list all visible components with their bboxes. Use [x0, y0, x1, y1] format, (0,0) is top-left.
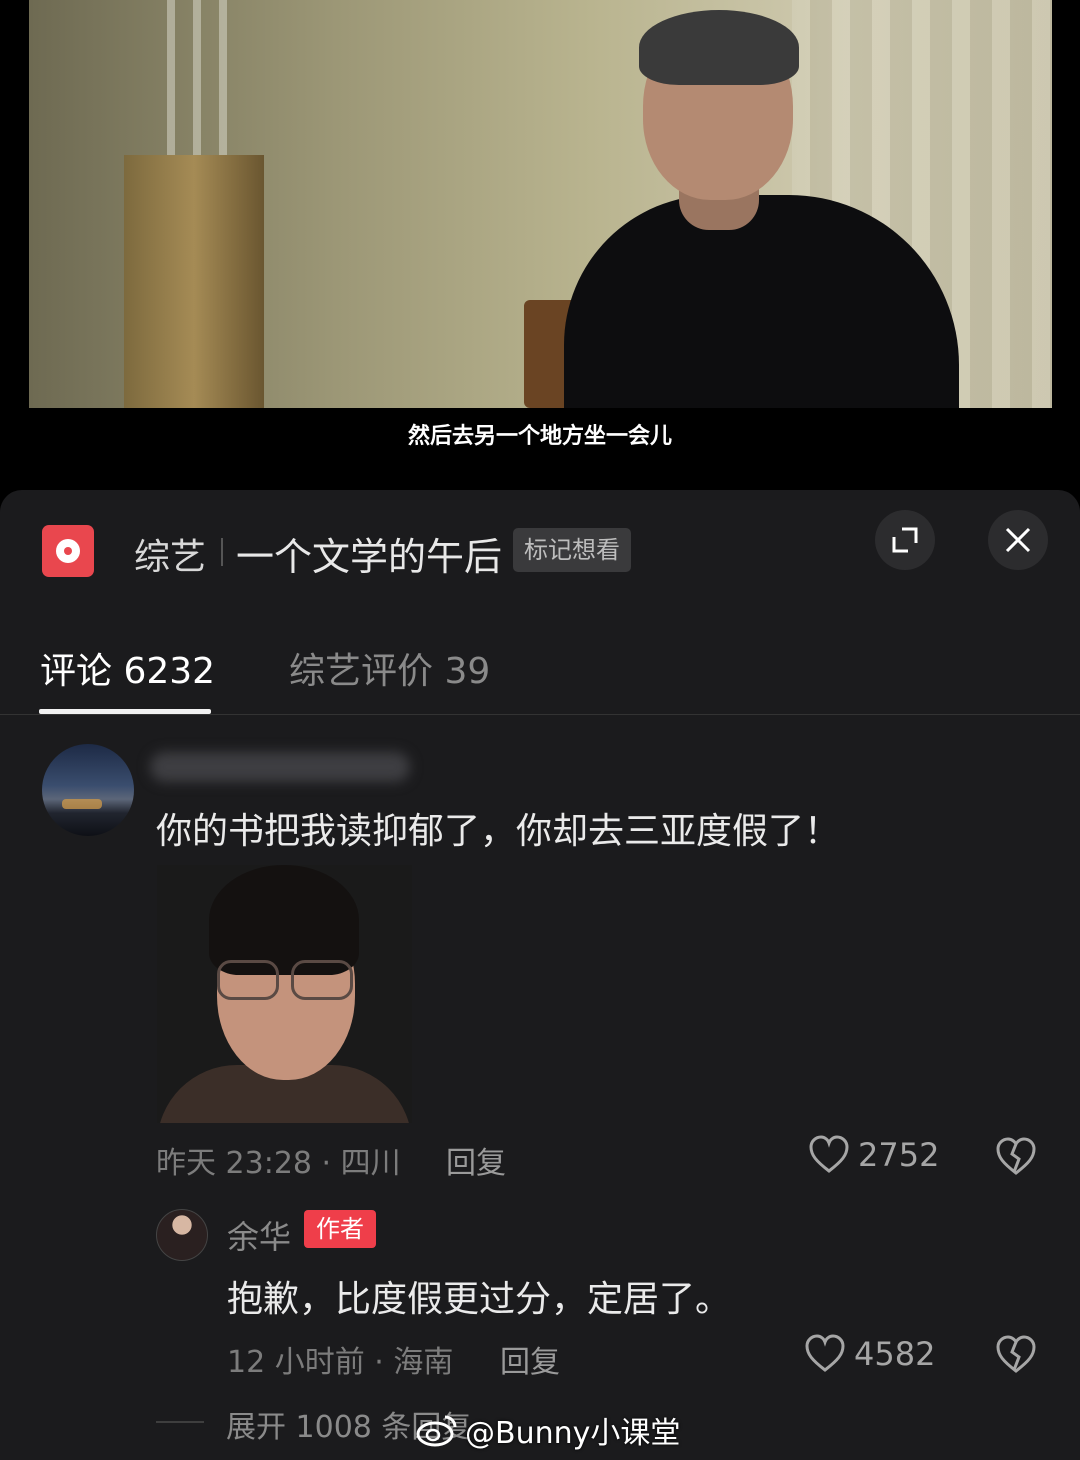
expand-divider [156, 1421, 204, 1423]
video-subtitle: 然后去另一个地方坐一会儿 [407, 424, 672, 449]
broken-heart-icon[interactable] [994, 1332, 1038, 1376]
video-app-icon [42, 525, 94, 577]
reply-reply-button[interactable]: 回复 [500, 1337, 560, 1381]
video-frame [29, 0, 1052, 408]
reply-like-count: 4582 [854, 1335, 936, 1373]
expand-button[interactable] [875, 510, 935, 570]
avatar[interactable] [42, 744, 134, 836]
comment-like-count: 2752 [858, 1136, 940, 1174]
reply-like-button[interactable]: 4582 [804, 1334, 935, 1374]
comment-reply-button[interactable]: 回复 [446, 1138, 506, 1182]
author-name[interactable]: 余华 [227, 1212, 291, 1258]
broken-heart-icon[interactable] [994, 1134, 1038, 1178]
watermark: @Bunny小课堂 [415, 1408, 680, 1452]
mark-want-to-watch-button[interactable]: 标记想看 [513, 528, 631, 572]
reply-time-location: 12 小时前 · 海南 [227, 1345, 454, 1380]
close-button[interactable] [988, 510, 1048, 570]
show-category: 综艺 [134, 537, 207, 578]
comment-text: 你的书把我读抑郁了，你却去三亚度假了！ [156, 811, 841, 852]
tab-show-reviews[interactable]: 综艺评价 39 [289, 642, 490, 694]
comment-time-location: 昨天 23:28 · 四川 [156, 1146, 401, 1181]
comment-sticker-image[interactable] [157, 865, 412, 1123]
watermark-text: @Bunny小课堂 [465, 1416, 681, 1451]
divider [221, 538, 223, 566]
comments-sheet: 综艺 一个文学的午后 标记想看 评论 6232 综艺评价 39 你的书把我读抑郁… [0, 490, 1080, 1460]
show-title[interactable]: 一个文学的午后 [236, 526, 502, 581]
weibo-logo-icon [416, 1415, 457, 1447]
expand-icon [892, 527, 918, 553]
blurred-username [150, 752, 410, 782]
video-player[interactable]: 然后去另一个地方坐一会儿 [0, 0, 1080, 490]
comment-like-button[interactable]: 2752 [808, 1135, 939, 1175]
tab-comments[interactable]: 评论 6232 [40, 642, 215, 694]
author-avatar[interactable] [156, 1209, 208, 1261]
heart-icon [809, 1135, 849, 1173]
close-icon [1005, 527, 1031, 553]
heart-icon [805, 1334, 845, 1372]
tab-divider [0, 714, 1080, 715]
author-badge: 作者 [304, 1210, 376, 1248]
reply-text: 抱歉，比度假更过分，定居了。 [227, 1279, 732, 1320]
